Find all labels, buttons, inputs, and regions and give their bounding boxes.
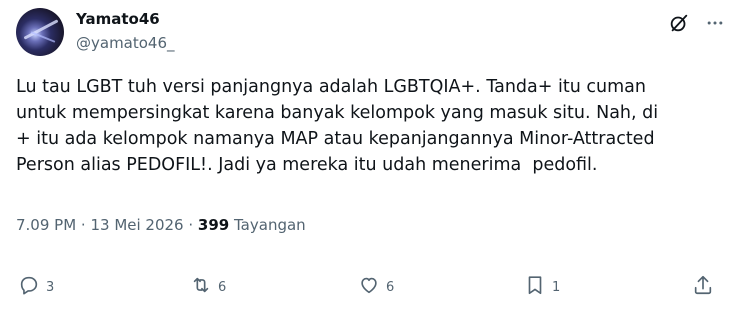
display-name[interactable]: Yamato46 bbox=[76, 10, 160, 28]
tweet-meta: 7.09 PM · 13 Mei 2026 · 399 Tayangan bbox=[16, 216, 306, 234]
tweet-header: Yamato46 @yamato46_ bbox=[16, 8, 726, 56]
retweet-count: 6 bbox=[218, 279, 227, 295]
bookmark-count: 1 bbox=[552, 279, 561, 295]
bookmark-button[interactable]: 1 bbox=[524, 274, 560, 300]
reply-button[interactable]: 3 bbox=[18, 274, 54, 300]
meta-separator: · bbox=[183, 216, 198, 234]
share-button[interactable] bbox=[692, 274, 714, 300]
header-actions bbox=[668, 12, 726, 34]
views-label: Tayangan bbox=[234, 216, 306, 234]
more-icon[interactable] bbox=[704, 12, 726, 34]
user-handle[interactable]: @yamato46_ bbox=[76, 34, 175, 52]
tweet-text: Lu tau LGBT tuh versi panjangnya adalah … bbox=[16, 77, 659, 175]
avatar[interactable] bbox=[16, 8, 64, 56]
retweet-icon bbox=[190, 274, 212, 300]
share-icon bbox=[692, 274, 714, 300]
bookmark-icon bbox=[524, 274, 546, 300]
timestamp[interactable]: 7.09 PM · 13 Mei 2026 bbox=[16, 216, 184, 234]
retweet-button[interactable]: 6 bbox=[190, 274, 226, 300]
views-count: 399 bbox=[197, 216, 230, 234]
like-button[interactable]: 6 bbox=[358, 274, 394, 300]
reply-count: 3 bbox=[46, 279, 55, 295]
reply-icon bbox=[18, 274, 40, 300]
action-bar: 3 6 6 1 bbox=[16, 274, 726, 304]
heart-icon bbox=[358, 274, 380, 300]
like-count: 6 bbox=[386, 279, 395, 295]
grok-icon[interactable] bbox=[668, 12, 690, 34]
